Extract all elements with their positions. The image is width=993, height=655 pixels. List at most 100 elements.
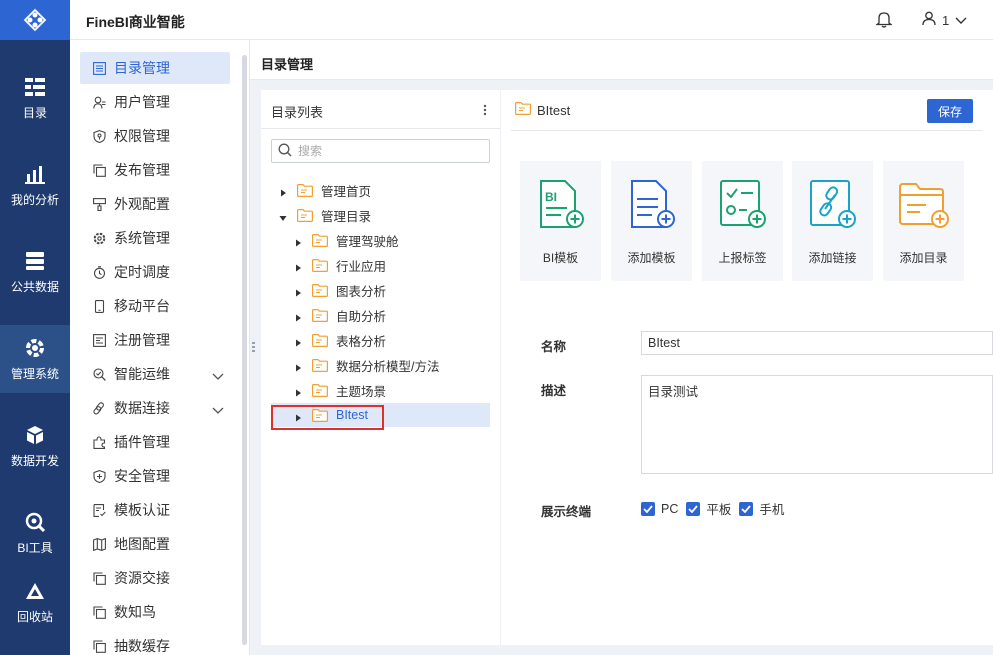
description-field[interactable]: 目录测试 — [641, 375, 993, 474]
sidebar-item[interactable]: 智能运维 — [80, 358, 230, 390]
rail-item-label: 管理系统 — [10, 366, 59, 381]
bell-icon[interactable] — [875, 11, 894, 29]
tree-node[interactable]: 数据分析模型/方法 — [294, 353, 490, 377]
tree-node-label: 行业应用 — [336, 259, 387, 274]
sidebar-item-label: 模板认证 — [114, 502, 170, 518]
sidebar-splitter-handle[interactable] — [252, 342, 255, 354]
card-bi-template[interactable]: BI BI模板 — [520, 161, 601, 281]
sidebar-item[interactable]: 地图配置 — [80, 528, 230, 560]
rail-item-data-dev[interactable]: 数据开发 — [0, 412, 70, 480]
card-add-link[interactable]: 添加链接 — [792, 161, 873, 281]
timer-icon — [92, 265, 106, 279]
search-input[interactable] — [298, 144, 478, 158]
caret-right-icon[interactable] — [294, 411, 302, 422]
sidebar-scrollbar[interactable] — [242, 55, 247, 645]
sidebar-item[interactable]: 模板认证 — [80, 494, 230, 526]
security-icon — [92, 469, 106, 483]
folder-icon — [312, 358, 328, 372]
sidebar-item[interactable]: 安全管理 — [80, 460, 230, 492]
sidebar-item[interactable]: 数据连接 — [80, 392, 230, 424]
tree-node-label: 图表分析 — [336, 284, 387, 299]
card-add-template[interactable]: 添加模板 — [611, 161, 692, 281]
sidebar-item-label: 地图配置 — [114, 536, 170, 552]
sidebar-item-label: 发布管理 — [114, 162, 170, 178]
chevron-down-icon[interactable] — [212, 402, 224, 414]
catalog-detail-panel: BItest 保存 BI BI模板 添加模板 上报标签 添加链接 添加目录 名称… — [501, 90, 993, 645]
sidebar-item[interactable]: 插件管理 — [80, 426, 230, 458]
sidebar-item[interactable]: 定时调度 — [80, 256, 230, 288]
user-menu[interactable]: 1 — [922, 11, 967, 29]
tree-search-box[interactable] — [271, 139, 490, 163]
tree-node[interactable]: 管理目录 — [279, 203, 490, 227]
caret-right-icon[interactable] — [294, 261, 302, 272]
caret-right-icon[interactable] — [294, 336, 302, 347]
divider — [511, 130, 983, 131]
sidebar-item[interactable]: 抽数缓存 — [80, 630, 230, 655]
caret-right-icon[interactable] — [294, 361, 302, 372]
tree-node[interactable]: BItest — [271, 403, 490, 427]
tree-header: 目录列表 — [271, 105, 324, 120]
detail-header: BItest — [515, 102, 570, 118]
rail-item-my-analysis[interactable]: 我的分析 — [0, 151, 70, 219]
user-icon — [922, 11, 936, 29]
rail-item-bi-tools[interactable]: BI工具 — [0, 499, 70, 567]
checkbox-checked-icon[interactable] — [686, 501, 701, 516]
tree-node[interactable]: 行业应用 — [294, 253, 490, 277]
cert-icon — [92, 503, 106, 517]
caret-down-icon[interactable] — [279, 211, 287, 221]
folder-icon — [297, 183, 313, 197]
terminal-option-label: 手机 — [759, 503, 785, 517]
tree-node[interactable]: 管理驾驶舱 — [294, 228, 490, 252]
name-label: 名称 — [541, 340, 567, 354]
app-logo-icon[interactable] — [0, 0, 70, 40]
terminal-phone-option[interactable]: 手机 — [739, 499, 784, 518]
sidebar-item[interactable]: 系统管理 — [80, 222, 230, 254]
caret-right-icon[interactable] — [294, 386, 302, 397]
caret-right-icon[interactable] — [294, 236, 302, 247]
rail-item-label: 公共数据 — [10, 279, 59, 294]
sidebar-item[interactable]: 移动平台 — [80, 290, 230, 322]
user-name: 1 — [942, 12, 950, 28]
tree-node[interactable]: 自助分析 — [294, 303, 490, 327]
sidebar-item[interactable]: 注册管理 — [80, 324, 230, 356]
sidebar-item-label: 系统管理 — [114, 230, 170, 246]
rail-item-recycle[interactable]: 回收站 — [0, 568, 70, 636]
caret-right-icon[interactable] — [294, 286, 302, 297]
divider — [261, 128, 500, 129]
card-add-folder[interactable]: 添加目录 — [883, 161, 964, 281]
caret-right-icon[interactable] — [294, 311, 302, 322]
checkbox-checked-icon[interactable] — [739, 501, 754, 516]
folder-icon — [312, 383, 328, 397]
terminal-pc-option[interactable]: PC — [641, 501, 678, 516]
rail-item-catalog[interactable]: 目录 — [0, 64, 70, 132]
card-label: 添加链接 — [808, 251, 857, 265]
report-tag-icon — [719, 180, 766, 228]
tree-node[interactable]: 图表分析 — [294, 278, 490, 302]
description-label: 描述 — [541, 384, 567, 398]
rail-item-management[interactable]: 管理系统 — [0, 325, 70, 393]
sidebar-item[interactable]: 发布管理 — [80, 154, 230, 186]
add-folder-icon — [898, 183, 949, 228]
sidebar-item[interactable]: 目录管理 — [80, 52, 230, 84]
tree-node[interactable]: 管理首页 — [279, 178, 490, 202]
rail-item-public-data[interactable]: 公共数据 — [0, 238, 70, 306]
top-header: FineBI商业智能 1 — [70, 0, 993, 40]
sidebar-item[interactable]: 外观配置 — [80, 188, 230, 220]
more-vertical-icon[interactable] — [483, 104, 489, 118]
tree-node[interactable]: 主题场景 — [294, 378, 490, 402]
gear-icon — [24, 337, 46, 359]
save-button[interactable]: 保存 — [927, 99, 973, 123]
chevron-down-icon[interactable] — [212, 368, 224, 380]
sidebar-item[interactable]: 用户管理 — [80, 86, 230, 118]
checkbox-checked-icon[interactable] — [641, 501, 655, 516]
card-report-tag[interactable]: 上报标签 — [702, 161, 783, 281]
terminal-tablet-option[interactable]: 平板 — [686, 499, 731, 518]
sidebar-item-label: 智能运维 — [114, 366, 170, 382]
name-field[interactable] — [641, 331, 993, 355]
svg-text:BI: BI — [545, 190, 557, 204]
caret-right-icon[interactable] — [279, 186, 287, 197]
sidebar-item[interactable]: 权限管理 — [80, 120, 230, 152]
sidebar-item[interactable]: 数知鸟 — [80, 596, 230, 628]
sidebar-item[interactable]: 资源交接 — [80, 562, 230, 594]
tree-node[interactable]: 表格分析 — [294, 328, 490, 352]
